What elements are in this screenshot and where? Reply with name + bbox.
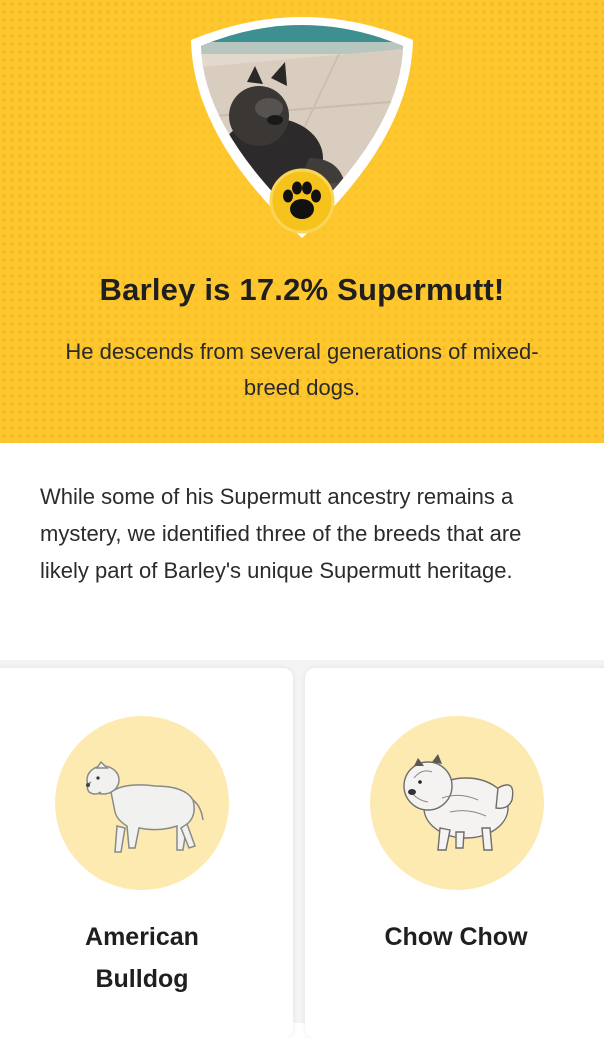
shield-badge	[191, 17, 413, 238]
breed-card-chow-chow[interactable]: Chow Chow	[305, 668, 604, 1038]
supermutt-hero: Barley is 17.2% Supermutt! He descends f…	[0, 0, 604, 443]
breed-name: American Bulldog	[85, 923, 199, 993]
ancestry-intro-text: While some of his Supermutt ancestry rem…	[40, 484, 522, 583]
supermutt-subtitle: He descends from several generations of …	[65, 339, 539, 400]
breed-name: Chow Chow	[384, 923, 528, 951]
american-bulldog-illustration	[55, 716, 229, 890]
chow-chow-illustration	[370, 716, 544, 890]
supermutt-title: Barley is 17.2% Supermutt!	[99, 272, 505, 307]
dog-photo-badge	[189, 8, 415, 244]
breed-card-american-bulldog[interactable]: American Bulldog	[0, 668, 293, 1038]
paw-icon	[269, 168, 335, 234]
